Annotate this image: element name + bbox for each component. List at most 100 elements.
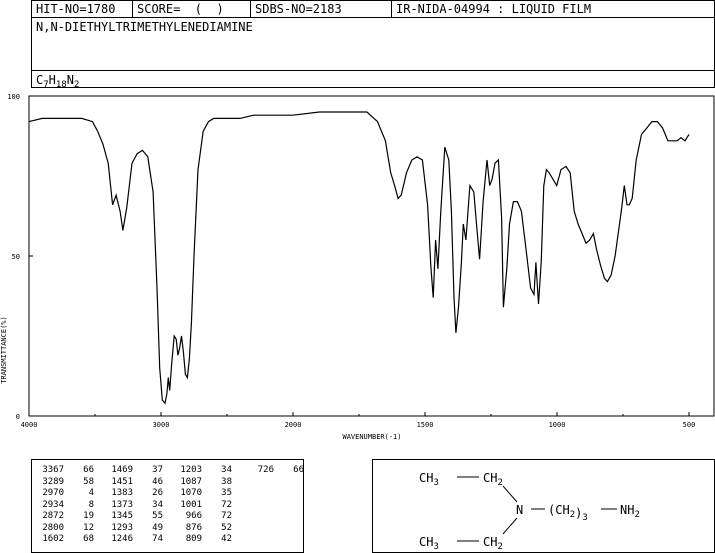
structure-ch3-bottom: CH3 xyxy=(419,535,439,552)
peak-transmittance: 46 xyxy=(152,476,163,487)
peak-wavenumber: 1293 xyxy=(111,522,133,533)
peak-wavenumber: 1602 xyxy=(42,534,64,544)
peak-row: 1469 37 xyxy=(103,465,163,477)
x-tick-label: 2000 xyxy=(285,421,302,429)
peak-column: 1203 34 1087 38 1070 35 1001 72 966 72 876 52 809 42 xyxy=(172,465,232,546)
peak-wavenumber: 2934 xyxy=(42,499,64,510)
peak-transmittance: 66 xyxy=(83,465,94,475)
peak-row: 1383 26 xyxy=(103,488,163,500)
peak-transmittance: 35 xyxy=(221,488,232,498)
header-bar: HIT-NO=1780 SCORE= ( ) SDBS-NO=2183 IR-N… xyxy=(31,0,715,18)
structure-propyl-chain: (CH2)3 xyxy=(548,503,588,523)
x-tick-label: 3000 xyxy=(153,421,170,429)
peak-wavenumber: 1246 xyxy=(111,534,133,544)
peak-transmittance: 38 xyxy=(221,476,232,487)
structure-box: CH3 CH2 N (CH2)3 NH2 CH3 CH2 xyxy=(372,459,715,553)
peak-row: 1451 46 xyxy=(103,477,163,489)
peak-row: 2934 8 xyxy=(34,500,94,512)
peak-transmittance: 49 xyxy=(152,522,163,533)
peak-wavenumber: 3289 xyxy=(42,476,64,487)
peak-transmittance: 19 xyxy=(83,511,94,521)
peak-row: 2872 19 xyxy=(34,511,94,523)
peak-row: 1001 72 xyxy=(172,500,232,512)
peak-wavenumber: 1383 xyxy=(111,488,133,498)
peak-wavenumber: 1070 xyxy=(180,488,202,498)
structure-ch3-top: CH3 xyxy=(419,471,439,488)
structure-ch2-bottom: CH2 xyxy=(483,535,503,552)
y-tick-label: 0 xyxy=(16,413,20,421)
ir-nida-number: IR-NIDA-04994 : LIQUID FILM xyxy=(396,2,592,16)
peak-transmittance: 4 xyxy=(88,488,94,498)
peak-transmittance: 66 xyxy=(293,465,304,475)
peak-wavenumber: 1345 xyxy=(111,511,133,521)
peak-row: 876 52 xyxy=(172,523,232,535)
peak-row: 3289 58 xyxy=(34,477,94,489)
peak-wavenumber: 2800 xyxy=(42,522,64,533)
peak-transmittance: 37 xyxy=(152,465,163,475)
peak-wavenumber: 2872 xyxy=(42,511,64,521)
structure-ch2-top: CH2 xyxy=(483,471,503,488)
structure-nh2: NH2 xyxy=(620,503,640,520)
x-tick-label: 1000 xyxy=(549,421,566,429)
peak-wavenumber: 2970 xyxy=(42,488,64,498)
peak-wavenumber: 1001 xyxy=(180,499,202,510)
peak-row: 1070 35 xyxy=(172,488,232,500)
peak-wavenumber: 1469 xyxy=(111,465,133,475)
peak-row: 1373 34 xyxy=(103,500,163,512)
compound-name: N,N-DIETHYLTRIMETHYLENEDIAMINE xyxy=(36,20,253,34)
peak-wavenumber: 1373 xyxy=(111,499,133,510)
peak-row: 1087 38 xyxy=(172,477,232,489)
y-tick-label: 100 xyxy=(7,93,20,101)
sdbs-number: SDBS-NO=2183 xyxy=(251,1,392,18)
peak-transmittance: 26 xyxy=(152,488,163,498)
peak-transmittance: 58 xyxy=(83,476,94,487)
peak-wavenumber: 3367 xyxy=(42,465,64,475)
peak-transmittance: 12 xyxy=(83,522,94,533)
y-axis-label: TRANSMITTANCE(%) xyxy=(0,316,8,383)
formula-divider xyxy=(32,70,714,71)
peak-row: 1246 74 xyxy=(103,534,163,546)
peak-wavenumber: 966 xyxy=(185,511,202,521)
formula-part: 2 xyxy=(73,80,80,90)
formula-part: N xyxy=(66,73,74,87)
peak-transmittance: 68 xyxy=(83,534,94,544)
peak-transmittance: 34 xyxy=(221,465,232,475)
peak-transmittance: 8 xyxy=(88,499,94,510)
x-tick-label: 1500 xyxy=(417,421,434,429)
peak-wavenumber: 1203 xyxy=(180,465,202,475)
peak-column: 1469 37 1451 46 1383 26 1373 34 1345 55 1293 49 1246… xyxy=(103,465,163,546)
peak-wavenumber: 1451 xyxy=(111,476,133,487)
peak-wavenumber: 726 xyxy=(257,465,274,475)
peak-row: 1345 55 xyxy=(103,511,163,523)
structure-n-atom: N xyxy=(516,503,523,517)
peak-transmittance: 42 xyxy=(221,534,232,544)
peak-transmittance: 72 xyxy=(221,511,232,521)
peak-transmittance: 52 xyxy=(221,522,232,533)
chart-axes xyxy=(28,95,715,417)
axis-ticks: 4000 3000 2000 1500 1000 500 0 50 100 xyxy=(7,93,695,429)
peak-wavenumber: 1087 xyxy=(180,476,202,487)
peak-row: 1602 68 xyxy=(34,534,94,546)
x-tick-label: 4000 xyxy=(21,421,38,429)
peak-transmittance: 72 xyxy=(221,499,232,510)
peak-wavenumber: 876 xyxy=(185,522,202,533)
peak-row: 966 72 xyxy=(172,511,232,523)
peak-row: 2800 12 xyxy=(34,523,94,535)
peak-row: 2970 4 xyxy=(34,488,94,500)
hit-number: HIT-NO=1780 xyxy=(32,1,133,18)
peak-row: 726 66 xyxy=(244,465,304,477)
x-tick-label: 500 xyxy=(683,421,696,429)
compound-info: N,N-DIETHYLTRIMETHYLENEDIAMINE C7H18N2 xyxy=(31,17,715,90)
peak-row: 809 42 xyxy=(172,534,232,546)
peak-row: 3367 66 xyxy=(34,465,94,477)
peak-row: 1293 49 xyxy=(103,523,163,535)
structural-formula: CH3 CH2 N (CH2)3 NH2 CH3 CH2 xyxy=(419,471,640,552)
y-tick-label: 50 xyxy=(12,253,20,261)
peak-column: 3367 66 3289 58 2970 4 2934 8 2872 19 2800 12 1602 68 xyxy=(34,465,94,546)
transmittance-curve xyxy=(28,111,690,405)
peak-column: 726 66 xyxy=(244,465,304,477)
score: SCORE= ( ) xyxy=(133,1,251,18)
peak-table: 3367 66 3289 58 2970 4 2934 8 2872 19 2800 12 1602 68… xyxy=(31,459,304,553)
plot-frame xyxy=(28,95,715,417)
molecular-formula: C7H18N2 xyxy=(36,73,79,90)
